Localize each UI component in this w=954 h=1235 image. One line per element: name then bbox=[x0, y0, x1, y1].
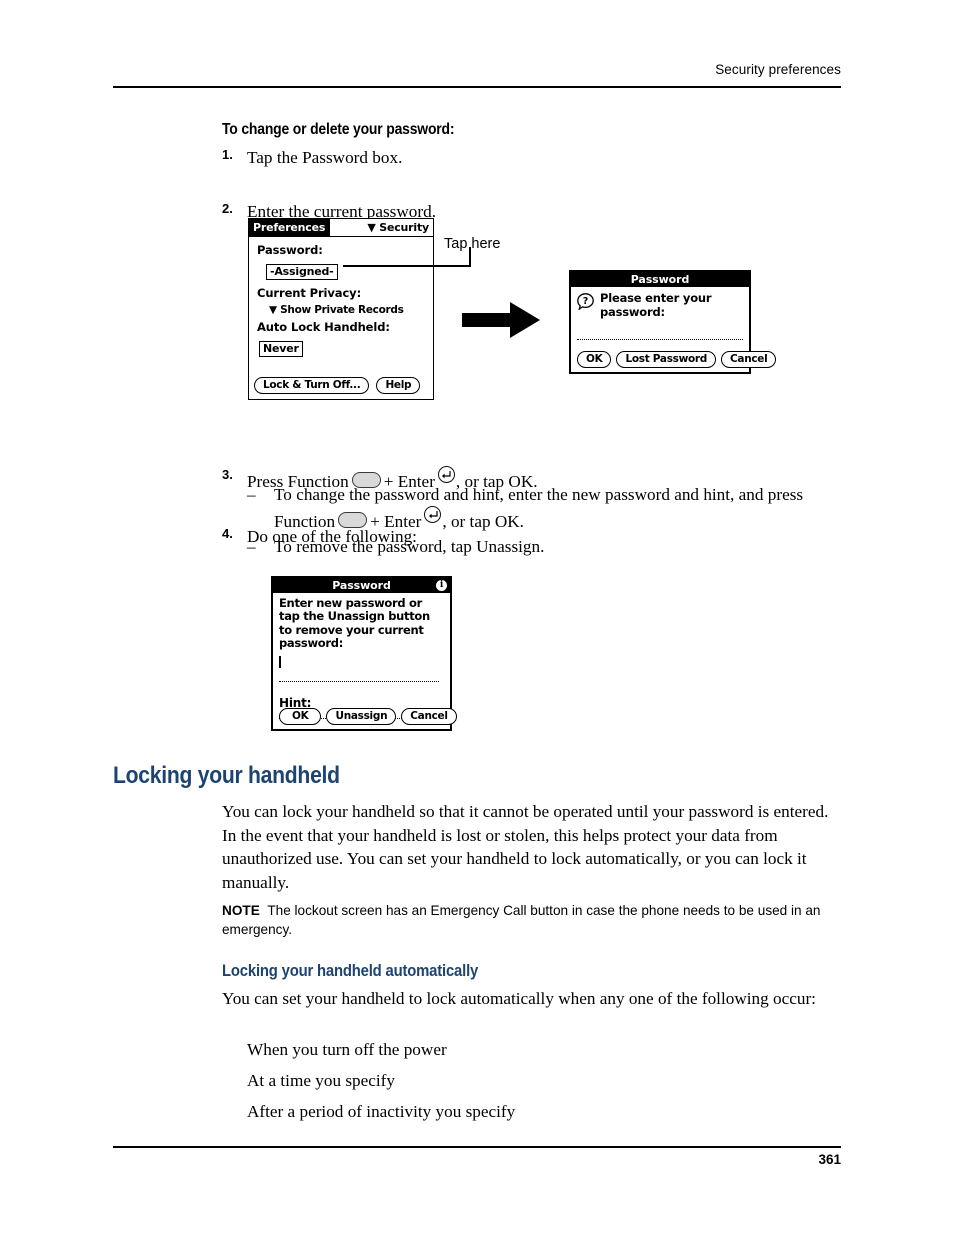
text-caret bbox=[279, 656, 281, 669]
subsection-heading-locking-automatically: Locking your handheld automatically bbox=[222, 962, 479, 980]
password-dialog-titlebar: Password bbox=[571, 272, 749, 287]
callout-leader-horizontal bbox=[343, 265, 471, 267]
password-new-message: Enter new password or tap the Unassign b… bbox=[279, 596, 430, 650]
bullet-text-middle: + Enter bbox=[370, 512, 422, 532]
bullet-remove-password-text: To remove the password, tap Unassign. bbox=[274, 537, 545, 556]
function-key-icon bbox=[338, 512, 368, 529]
bullet-dash: – bbox=[247, 537, 256, 556]
auto-lock-value-box[interactable]: Never bbox=[259, 341, 303, 357]
list-item: After a period of inactivity you specify bbox=[247, 1102, 516, 1121]
section-heading-locking-your-handheld: Locking your handheld bbox=[113, 762, 340, 789]
question-mark-icon: ? bbox=[577, 293, 594, 310]
bullet-dash: – bbox=[247, 485, 256, 504]
step-2-number: 2. bbox=[222, 201, 233, 217]
lost-password-button[interactable]: Lost Password bbox=[616, 351, 717, 368]
running-header: Security preferences bbox=[715, 62, 841, 77]
list-item: At a time you specify bbox=[247, 1071, 395, 1090]
password-label: Password: bbox=[257, 243, 323, 257]
section-paragraph: You can lock your handheld so that it ca… bbox=[222, 802, 829, 892]
unassign-button[interactable]: Unassign bbox=[326, 708, 397, 725]
preferences-body: Password: -Assigned- Current Privacy: ▼ … bbox=[249, 237, 433, 357]
footer-rule bbox=[113, 1146, 841, 1148]
ok-button[interactable]: OK bbox=[577, 351, 612, 368]
new-password-input-line bbox=[279, 681, 439, 683]
preferences-screen[interactable]: Preferences ▼ Security Password: -Assign… bbox=[248, 218, 434, 400]
category-label: Security bbox=[379, 221, 429, 234]
cancel-button[interactable]: Cancel bbox=[401, 708, 457, 725]
subsection-paragraph: You can set your handheld to lock automa… bbox=[222, 989, 816, 1008]
note-text: The lockout screen has an Emergency Call… bbox=[222, 903, 821, 937]
password-new-titlebar: Password i bbox=[273, 578, 450, 593]
bullet-change-password-text: To change the password and hint, enter t… bbox=[274, 483, 822, 533]
password-input-line[interactable] bbox=[577, 339, 743, 341]
lock-and-turn-off-button[interactable]: Lock & Turn Off... bbox=[254, 377, 370, 394]
privacy-value: Show Private Records bbox=[280, 304, 404, 316]
category-selector[interactable]: ▼ Security bbox=[367, 219, 429, 236]
note-label: NOTE bbox=[222, 903, 260, 918]
password-new-dialog[interactable]: Password i Enter new password or tap the… bbox=[271, 576, 457, 731]
enter-key-icon bbox=[424, 506, 442, 524]
current-privacy-label: Current Privacy: bbox=[257, 286, 362, 300]
password-value-box[interactable]: -Assigned- bbox=[266, 264, 338, 280]
cancel-button[interactable]: Cancel bbox=[721, 351, 777, 368]
chevron-down-icon: ▼ bbox=[367, 221, 376, 234]
tap-here-callout: Tap here bbox=[444, 236, 501, 252]
preferences-titlebar: Preferences ▼ Security bbox=[249, 219, 433, 237]
step-3-number: 3. bbox=[222, 467, 233, 483]
list-item: When you turn off the power bbox=[247, 1040, 447, 1059]
ok-button[interactable]: OK bbox=[279, 708, 322, 725]
preferences-tab-label[interactable]: Preferences bbox=[249, 219, 331, 236]
password-dialog-title: Password bbox=[630, 273, 690, 286]
bullet-remove-password: – To remove the password, tap Unassign. bbox=[247, 535, 842, 558]
password-new-button-row: OK Unassign Cancel bbox=[279, 708, 457, 725]
step-1-number: 1. bbox=[222, 147, 233, 162]
password-new-body: Enter new password or tap the Unassign b… bbox=[273, 593, 450, 720]
password-dialog-button-row: OK Lost Password Cancel bbox=[577, 351, 777, 368]
password-new-title: Password bbox=[332, 579, 391, 592]
bullet-change-password: – To change the password and hint, enter… bbox=[247, 483, 822, 533]
step-1: 1. Tap the Password box. bbox=[222, 146, 842, 169]
procedure-heading: To change or delete your password: bbox=[222, 121, 455, 138]
info-icon[interactable]: i bbox=[436, 580, 447, 591]
chevron-down-icon: ▼ bbox=[269, 304, 277, 316]
auto-lock-label: Auto Lock Handheld: bbox=[257, 320, 390, 334]
new-password-input[interactable] bbox=[279, 651, 444, 689]
preferences-button-row: Lock & Turn Off... Help bbox=[254, 377, 421, 394]
help-button[interactable]: Help bbox=[376, 377, 421, 394]
note-block: NOTE The lockout screen has an Emergency… bbox=[222, 902, 844, 940]
header-rule bbox=[113, 86, 841, 88]
step-1-text: Tap the Password box. bbox=[247, 148, 403, 167]
page-number: 361 bbox=[818, 1152, 841, 1167]
bullet-text-after: , or tap OK. bbox=[442, 512, 524, 532]
enter-key-icon bbox=[437, 466, 455, 484]
svg-text:?: ? bbox=[583, 296, 589, 307]
password-enter-dialog[interactable]: Password ? Please enter your password: O… bbox=[569, 270, 777, 374]
password-dialog-message: Please enter your password: bbox=[600, 291, 712, 319]
password-dialog-message-row: ? Please enter your password: bbox=[571, 287, 749, 319]
privacy-picker[interactable]: ▼ Show Private Records bbox=[269, 304, 433, 316]
flow-arrow-icon bbox=[462, 302, 540, 338]
